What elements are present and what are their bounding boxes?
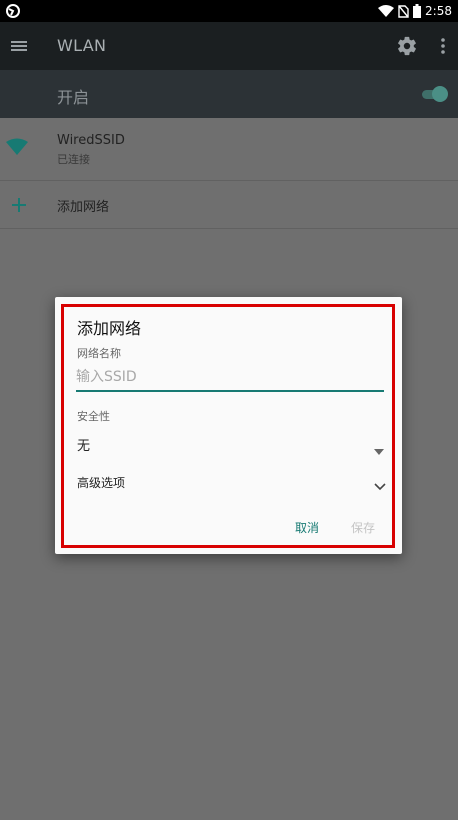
security-select[interactable]: 无	[76, 430, 384, 456]
wifi-icon	[6, 138, 28, 156]
page-title: WLAN	[57, 36, 107, 55]
list-item-connected-network[interactable]: WiredSSID 已连接	[0, 118, 458, 181]
network-ssid: WiredSSID	[57, 133, 125, 148]
gear-icon[interactable]	[396, 35, 418, 57]
wlan-master-switch-bar[interactable]: 开启	[0, 70, 458, 118]
dialog-title: 添加网络	[77, 319, 142, 338]
chevron-down-icon	[374, 476, 386, 491]
cancel-button[interactable]: 取消	[295, 519, 319, 536]
security-label: 安全性	[77, 410, 110, 423]
status-time: 2:58	[425, 4, 452, 18]
wlan-toggle[interactable]	[420, 86, 448, 102]
battery-icon	[413, 4, 422, 18]
ssid-input[interactable]	[76, 366, 384, 392]
plus-icon	[11, 197, 27, 213]
network-status: 已连接	[57, 153, 90, 166]
list-item-add-network[interactable]: 添加网络	[0, 181, 458, 229]
network-name-label: 网络名称	[77, 347, 121, 360]
menu-icon[interactable]	[8, 35, 30, 57]
dropdown-caret-icon	[374, 440, 384, 455]
security-value: 无	[77, 439, 91, 454]
dialog-highlight-frame	[61, 304, 395, 548]
no-sim-icon	[398, 4, 409, 18]
save-button[interactable]: 保存	[351, 519, 375, 536]
app-toolbar: WLAN	[0, 22, 458, 70]
status-bar: 2:58	[0, 0, 458, 22]
more-vert-icon[interactable]	[436, 35, 450, 57]
add-network-dialog: 添加网络 网络名称 安全性 无 高级选项 取消 保存	[55, 297, 402, 554]
master-switch-label: 开启	[57, 88, 90, 107]
wifi-signal-icon	[378, 5, 395, 17]
add-network-label: 添加网络	[57, 200, 110, 215]
advanced-options-label: 高级选项	[77, 476, 126, 490]
network-list: WiredSSID 已连接 添加网络	[0, 118, 458, 229]
advanced-options-toggle[interactable]: 高级选项	[76, 469, 386, 495]
toggle-thumb	[432, 86, 448, 102]
app-notification-icon	[6, 4, 20, 18]
